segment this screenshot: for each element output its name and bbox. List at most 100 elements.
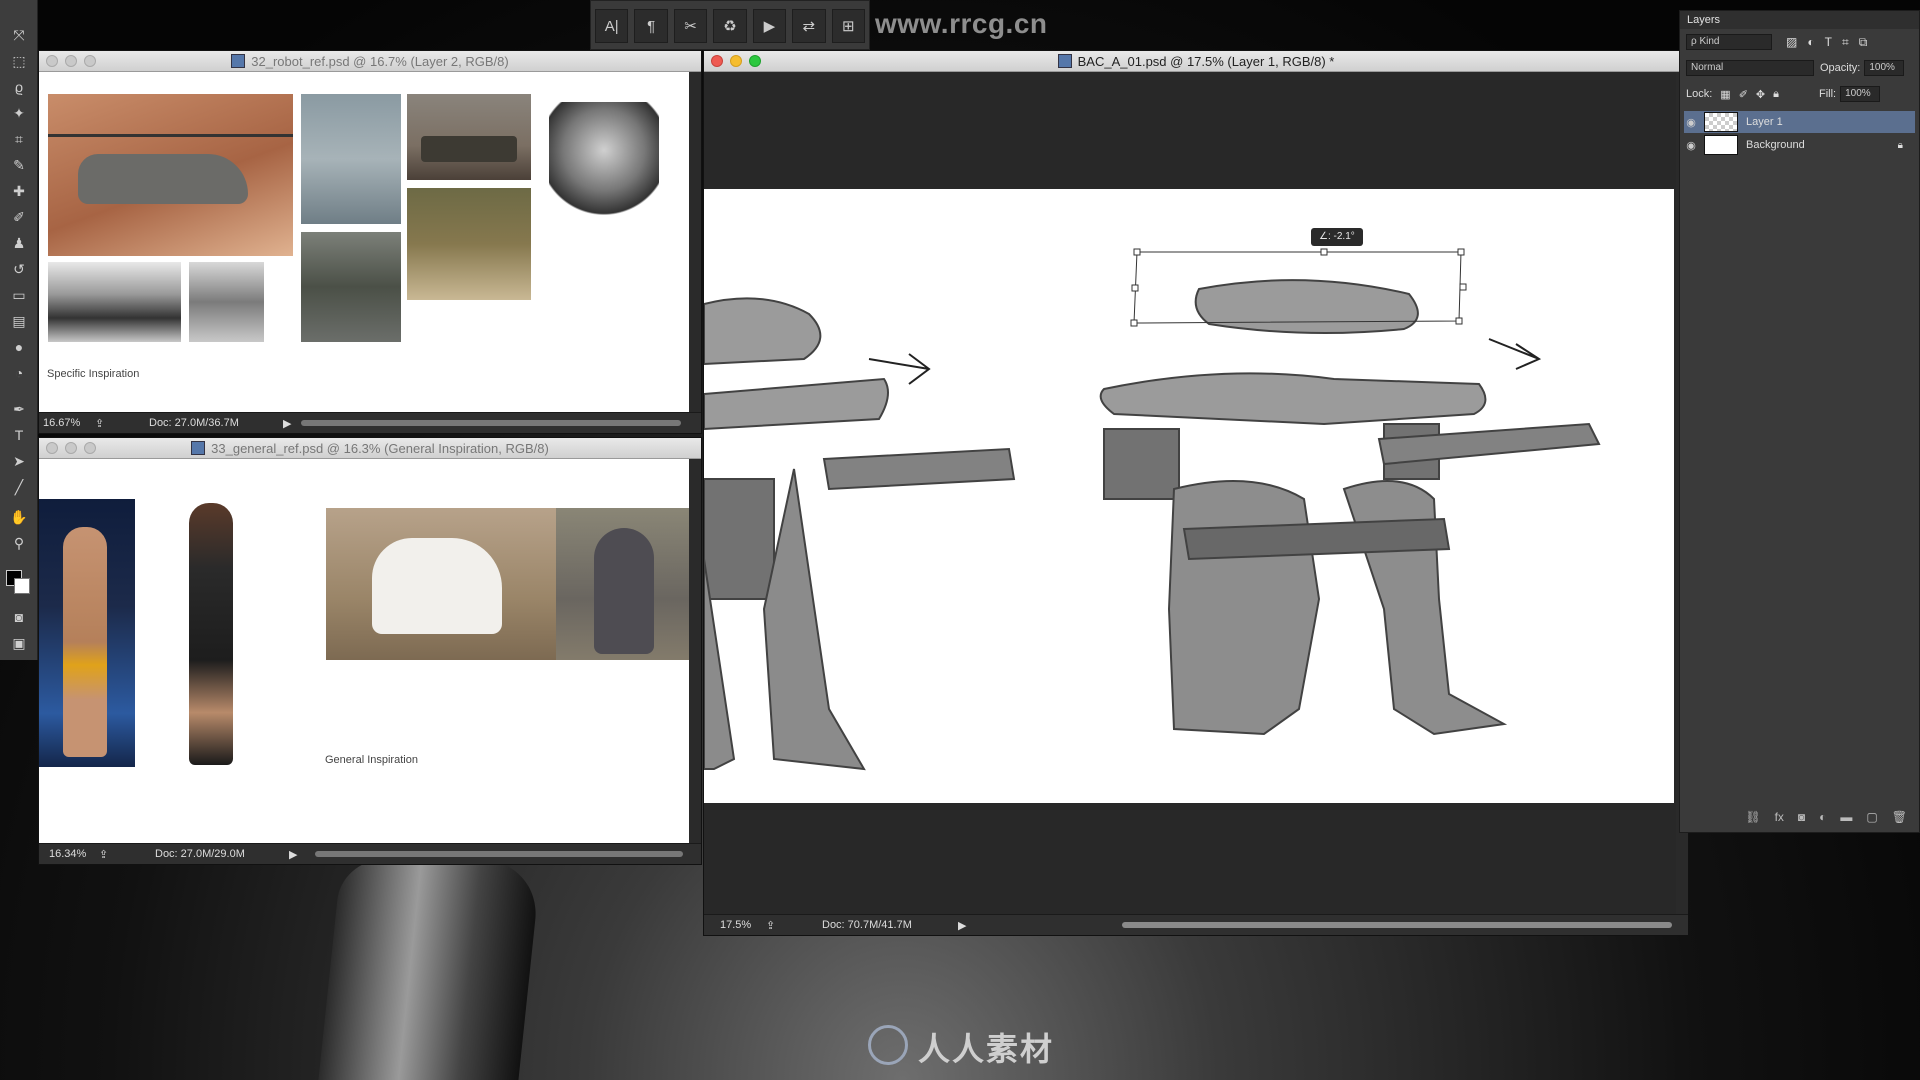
new-group-icon[interactable]: ▬: [1840, 810, 1852, 828]
lock-position-icon[interactable]: ✥: [1756, 88, 1765, 101]
share-icon[interactable]: ⇪: [99, 848, 108, 861]
main-canvas[interactable]: ∠: -2.1°: [703, 189, 1674, 803]
healing-icon[interactable]: ✚: [6, 180, 32, 202]
dodge-icon[interactable]: ◔: [6, 362, 32, 384]
opacity-field[interactable]: 100%: [1864, 60, 1905, 76]
status-menu-icon[interactable]: ▶: [958, 919, 966, 932]
warship-photo: [301, 94, 401, 224]
blend-mode-select[interactable]: Normal: [1686, 60, 1814, 76]
paragraph-button[interactable]: ¶: [634, 9, 668, 43]
window-title: BAC_A_01.psd @ 17.5% (Layer 1, RGB/8) *: [1077, 53, 1335, 69]
brush-icon[interactable]: ✐: [6, 206, 32, 228]
robot-ref-hscroll[interactable]: [301, 420, 681, 426]
background-color-swatch[interactable]: [14, 578, 30, 594]
tool-preset-button[interactable]: ✂: [673, 9, 708, 43]
crop-icon[interactable]: ⌗: [6, 128, 32, 150]
screen-mode-icon[interactable]: ▣: [6, 632, 32, 654]
layer-name[interactable]: Layer 1: [1746, 116, 1783, 128]
close-icon[interactable]: [46, 442, 58, 454]
filter-smart-object-icon[interactable]: ⧉: [1859, 35, 1868, 50]
adjustment-layer-icon[interactable]: ◐: [1819, 810, 1826, 828]
line-icon[interactable]: ╱: [6, 476, 32, 498]
share-icon[interactable]: ⇪: [95, 417, 104, 430]
play-button[interactable]: ▶: [752, 9, 787, 43]
robot-ref-canvas[interactable]: Specific Inspiration: [39, 72, 689, 414]
gradient-icon[interactable]: ▤: [6, 310, 32, 332]
lock-all-icon[interactable]: 🔒︎: [1773, 88, 1779, 101]
history-brush-icon[interactable]: ↺: [6, 258, 32, 280]
zoom-level[interactable]: 16.67%: [43, 417, 80, 429]
pitbull-photo: [326, 508, 556, 660]
layer-name[interactable]: Background: [1746, 139, 1805, 151]
type-icon[interactable]: T: [6, 424, 32, 446]
fighter-photo: [151, 503, 271, 773]
general-ref-titlebar[interactable]: 33_general_ref.psd @ 16.3% (General Insp…: [39, 438, 701, 459]
layer-row-background[interactable]: ◉ Background 🔒︎: [1684, 134, 1915, 156]
zoom-icon[interactable]: ⚲: [6, 532, 32, 554]
share-icon[interactable]: ⇪: [766, 919, 775, 932]
specific-inspiration-caption: Specific Inspiration: [47, 368, 140, 380]
robot-ref-vscroll[interactable]: [689, 72, 701, 414]
path-select-icon[interactable]: ➤: [6, 450, 32, 472]
general-ref-canvas[interactable]: General Inspiration: [39, 459, 689, 844]
workspace-button[interactable]: ⊞: [831, 9, 865, 43]
eyedropper-icon[interactable]: ✎: [6, 154, 32, 176]
marquee-icon[interactable]: ⬚: [6, 50, 32, 72]
close-icon[interactable]: [46, 55, 58, 67]
pen-icon[interactable]: ✒: [6, 398, 32, 420]
main-titlebar[interactable]: BAC_A_01.psd @ 17.5% (Layer 1, RGB/8) *: [704, 51, 1688, 72]
layer-filter-select[interactable]: ρ Kind: [1686, 34, 1772, 50]
mech-sketch: [703, 248, 1601, 771]
stamp-icon[interactable]: ♟: [6, 232, 32, 254]
quick-mask-icon[interactable]: ◙: [6, 606, 32, 628]
new-layer-icon[interactable]: ▢: [1866, 810, 1877, 828]
fill-field[interactable]: 100%: [1840, 86, 1881, 102]
eraser-icon[interactable]: ▭: [6, 284, 32, 306]
doc-size: Doc: 27.0M/29.0M: [155, 848, 245, 860]
add-mask-icon[interactable]: ◙: [1798, 810, 1805, 828]
bottom-watermark: 人人素材: [918, 1031, 1055, 1067]
minimize-icon[interactable]: [730, 55, 742, 67]
magic-wand-icon[interactable]: ✦: [6, 102, 32, 124]
filter-pixel-icon[interactable]: ▨: [1786, 35, 1797, 49]
site-watermark: www.rrcg.cn: [875, 8, 1048, 39]
general-ref-vscroll[interactable]: [689, 459, 701, 844]
blur-icon[interactable]: ●: [6, 336, 32, 358]
eye-icon[interactable]: ◉: [1684, 116, 1698, 129]
text-tool-button[interactable]: A|: [595, 9, 629, 43]
fx-icon[interactable]: fx: [1775, 810, 1784, 828]
zoom-level[interactable]: 17.5%: [720, 919, 751, 931]
hand-icon[interactable]: ✋: [6, 506, 32, 528]
maximize-icon[interactable]: [749, 55, 761, 67]
maximize-icon[interactable]: [84, 55, 96, 67]
main-document-window: BAC_A_01.psd @ 17.5% (Layer 1, RGB/8) *: [703, 50, 1689, 936]
layers-panel: Layers ρ Kind ▨ ◐ T ⌗ ⧉ Normal Opacity: …: [1679, 10, 1920, 833]
layers-panel-title[interactable]: Layers: [1680, 11, 1919, 29]
maximize-icon[interactable]: [84, 442, 96, 454]
window-title: 33_general_ref.psd @ 16.3% (General Insp…: [211, 440, 549, 456]
robot-ref-titlebar[interactable]: 32_robot_ref.psd @ 16.7% (Layer 2, RGB/8…: [39, 51, 701, 72]
status-menu-icon[interactable]: ▶: [283, 417, 291, 430]
lock-transparent-icon[interactable]: ▦: [1720, 88, 1730, 101]
minimize-icon[interactable]: [65, 442, 77, 454]
filter-shape-icon[interactable]: ⌗: [1842, 35, 1849, 50]
trash-icon[interactable]: 🗑︎: [1892, 810, 1907, 828]
minimize-icon[interactable]: [65, 55, 77, 67]
layer-row-layer-1[interactable]: ◉ Layer 1: [1684, 111, 1915, 133]
lasso-icon[interactable]: ϱ: [6, 76, 32, 98]
main-hscroll[interactable]: [1122, 922, 1672, 928]
close-icon[interactable]: [711, 55, 723, 67]
filter-type-icon[interactable]: T: [1825, 35, 1832, 49]
arrange-button[interactable]: ⇄: [792, 9, 826, 43]
filter-adjustment-icon[interactable]: ◐: [1807, 35, 1814, 49]
eye-icon[interactable]: ◉: [1684, 139, 1698, 152]
general-ref-hscroll[interactable]: [315, 851, 683, 857]
status-menu-icon[interactable]: ▶: [289, 848, 297, 861]
psd-file-icon: [191, 441, 206, 455]
move-icon[interactable]: ⤧: [6, 24, 32, 46]
zoom-level[interactable]: 16.34%: [49, 848, 86, 860]
bully-dog-photo: [556, 508, 689, 660]
lock-image-icon[interactable]: ✐: [1739, 88, 1748, 101]
link-layers-icon[interactable]: ⛓: [1745, 810, 1760, 828]
recycle-button[interactable]: ♻: [713, 9, 747, 43]
